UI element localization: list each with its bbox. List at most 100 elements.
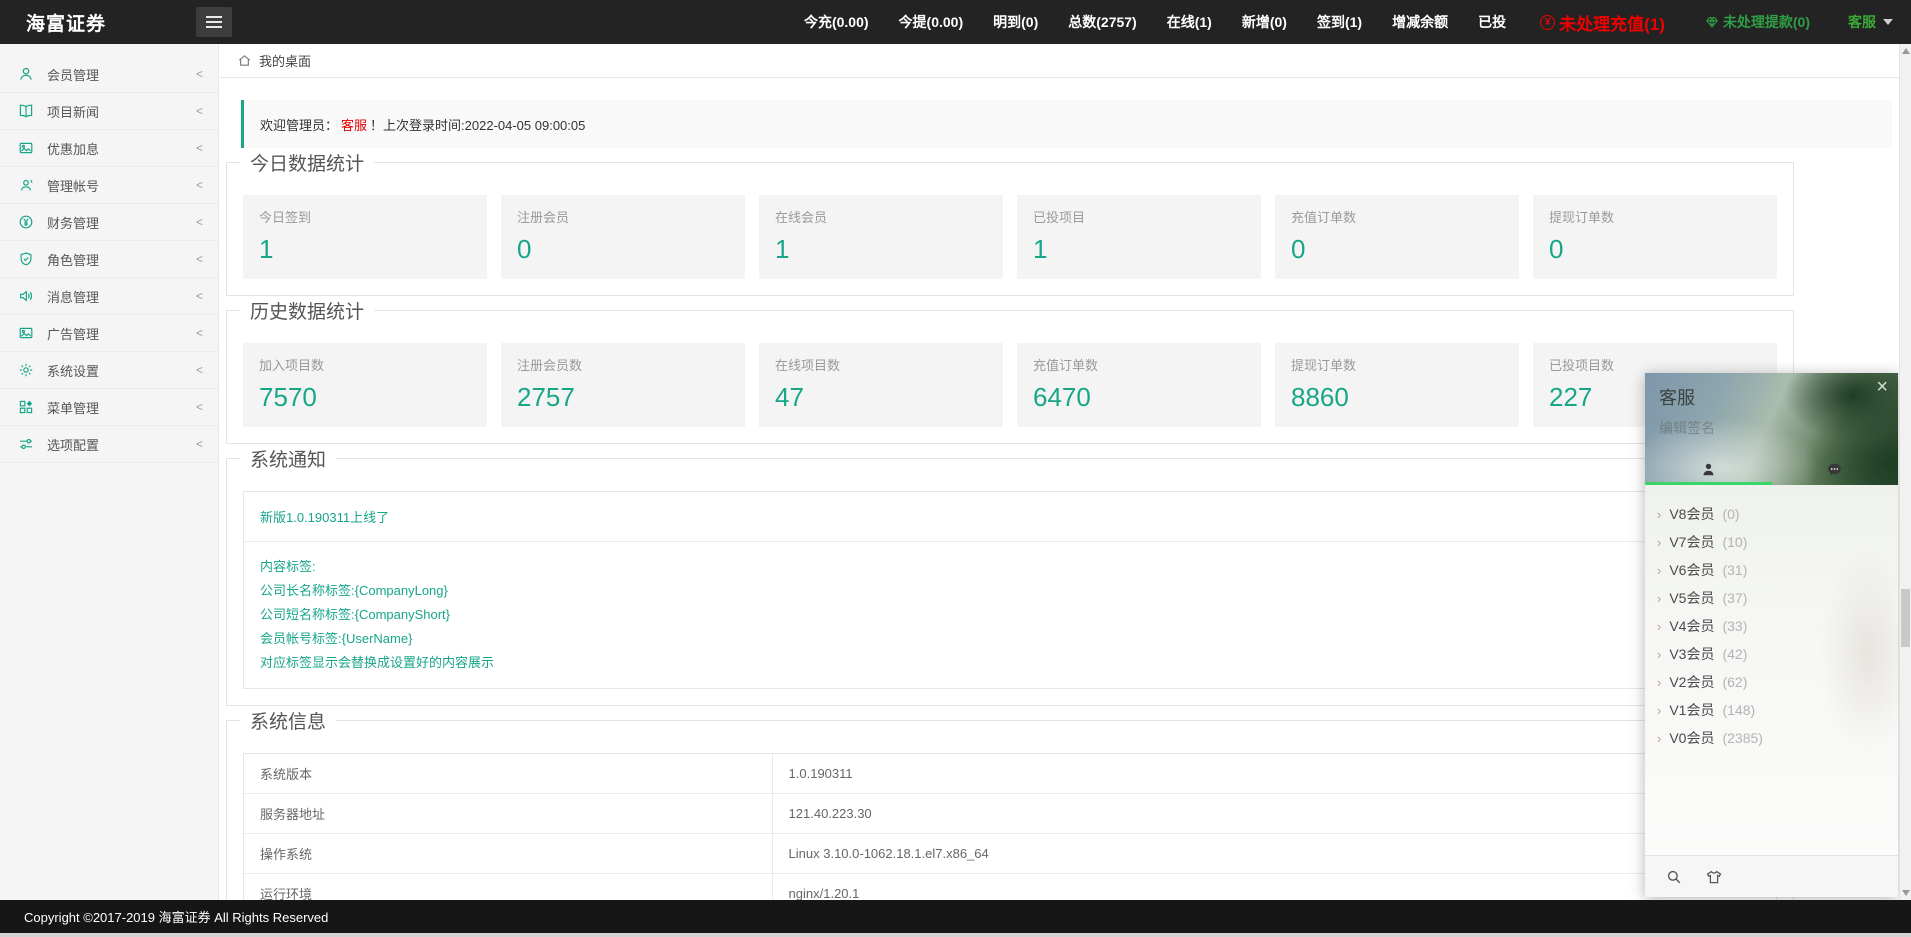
header-stat[interactable]: 已投 <box>1478 12 1506 32</box>
member-group-count: (148) <box>1722 702 1756 718</box>
welcome-banner: 欢迎管理员： 客服 ！上次登录时间:2022-04-05 09:00:05 <box>241 100 1892 148</box>
sidebar-item[interactable]: 菜单管理 < <box>0 389 218 426</box>
chevron-right-icon: › <box>1657 534 1662 550</box>
chevron-collapse-icon: < <box>195 437 203 451</box>
header-stat[interactable]: 明到(0) <box>993 12 1038 32</box>
member-group-row[interactable]: › V4会员 (33) <box>1657 612 1898 640</box>
chevron-down-icon <box>1883 19 1893 25</box>
notice-headline-link[interactable]: 新版1.0.190311上线了 <box>244 492 1776 542</box>
chevron-right-icon: › <box>1657 702 1662 718</box>
scrollbar-thumb[interactable] <box>1901 589 1910 647</box>
sidebar-item-label: 角色管理 <box>47 252 100 268</box>
unprocessed-recharge-button[interactable]: ¥ 未处理充值(1) <box>1540 10 1665 35</box>
member-group-row[interactable]: › V8会员 (0) <box>1657 500 1898 528</box>
vertical-scrollbar[interactable] <box>1899 44 1911 900</box>
system-info-section: 系统信息 系统版本 1.0.190311 服务器地址 121.40.223.30… <box>226 707 1794 901</box>
sidebar-item[interactable]: 消息管理 < <box>0 278 218 315</box>
sidebar-item[interactable]: 优惠加息 < <box>0 130 218 167</box>
member-group-name: V2会员 <box>1669 674 1715 690</box>
member-group-row[interactable]: › V5会员 (37) <box>1657 584 1898 612</box>
sidebar-item-label: 财务管理 <box>47 215 100 231</box>
member-group-row[interactable]: › V6会员 (31) <box>1657 556 1898 584</box>
menu-toggle-button[interactable] <box>196 7 232 37</box>
chevron-collapse-icon: < <box>195 326 203 340</box>
member-group-list: › V8会员 (0) › V7会员 (10) › V6会员 (31) › V5会… <box>1645 485 1898 855</box>
stat-card-value: 0 <box>517 234 532 264</box>
customer-service-menu[interactable]: 客服 <box>1848 12 1893 32</box>
member-group-row[interactable]: › V2会员 (62) <box>1657 668 1898 696</box>
sidebar-item[interactable]: 选项配置 < <box>0 426 218 463</box>
stat-card-label: 注册会员 <box>517 210 570 225</box>
member-group-row[interactable]: › V7会员 (10) <box>1657 528 1898 556</box>
header-stat[interactable]: 总数(2757) <box>1068 12 1136 32</box>
stat-card: 充值订单数 6470 <box>1017 343 1261 427</box>
member-group-count: (62) <box>1722 674 1748 690</box>
member-group-row[interactable]: › V3会员 (42) <box>1657 640 1898 668</box>
chevron-right-icon: › <box>1657 562 1662 578</box>
notice-lines: 内容标签: 公司长名称标签:{CompanyLong} 公司短名称标签:{Compa… <box>244 542 1776 688</box>
today-stats-section: 今日数据统计 今日签到 1 注册会员 0 在线会员 1 已投项目 1 充值订单数… <box>226 149 1794 296</box>
info-label: 服务器地址 <box>244 794 773 833</box>
header-stat[interactable]: 今充(0.00) <box>804 12 869 32</box>
header-stat[interactable]: 新增(0) <box>1242 12 1287 32</box>
home-icon[interactable] <box>237 53 252 68</box>
table-row: 系统版本 1.0.190311 <box>244 754 1776 794</box>
sidebar-item[interactable]: 项目新闻 < <box>0 93 218 130</box>
stat-card-value: 7570 <box>259 382 317 412</box>
chat-widget-title: 客服 <box>1659 388 1695 408</box>
unprocessed-withdraw-button[interactable]: 未处理提款(0) <box>1705 12 1810 32</box>
history-stats-cards: 加入项目数 7570 注册会员数 2757 在线项目数 47 充值订单数 647… <box>243 343 1777 427</box>
stat-card-label: 加入项目数 <box>259 358 325 373</box>
sidebar-item[interactable]: 财务管理 < <box>0 204 218 241</box>
chat-widget-tabs <box>1645 461 1898 478</box>
info-value: nginx/1.20.1 <box>788 886 860 901</box>
sidebar-item-label: 管理帐号 <box>47 178 100 194</box>
admin-dashboard: 海富证券 今充(0.00) 今提(0.00) 明到(0) 总数(2757) 在线(1) 新… <box>0 0 1911 937</box>
chat-bubble-icon <box>1828 463 1842 476</box>
close-icon[interactable]: × <box>1876 377 1888 397</box>
header-stat[interactable]: 增减余额 <box>1392 12 1448 32</box>
member-group-name: V3会员 <box>1669 646 1715 662</box>
notice-box: 新版1.0.190311上线了 内容标签: 公司长名称标签:{CompanyLon… <box>243 491 1777 689</box>
sidebar-item[interactable]: 管理帐号 < <box>0 167 218 204</box>
section-title: 历史数据统计 <box>240 297 375 324</box>
header-stat[interactable]: 签到(1) <box>1317 12 1362 32</box>
header-stat[interactable]: 在线(1) <box>1167 12 1212 32</box>
sidebar-item-label: 消息管理 <box>47 289 100 305</box>
chevron-right-icon: › <box>1657 506 1662 522</box>
customer-service-widget: 客服 编辑签名 × › V8会员 (0) › V7会员 (10) › V6会员 … <box>1645 373 1898 897</box>
scroll-down-arrow-icon[interactable] <box>1902 890 1910 896</box>
member-group-count: (33) <box>1722 618 1748 634</box>
system-notice-section: 系统通知 新版1.0.190311上线了 内容标签: 公司长名称标签:{Compa… <box>226 445 1794 706</box>
sidebar-item[interactable]: 会员管理 < <box>0 56 218 93</box>
breadcrumb-label[interactable]: 我的桌面 <box>259 51 311 70</box>
chevron-right-icon: › <box>1657 730 1662 746</box>
gear-icon <box>18 362 34 378</box>
customer-service-label: 客服 <box>1848 14 1876 30</box>
stat-card-value: 1 <box>259 234 274 264</box>
edit-signature-link[interactable]: 编辑签名 <box>1659 418 1715 438</box>
header-stat[interactable]: 今提(0.00) <box>899 12 964 32</box>
shirt-icon[interactable] <box>1705 868 1723 886</box>
member-group-row[interactable]: › V0会员 (2385) <box>1657 724 1898 752</box>
chat-widget-header: 客服 编辑签名 × <box>1645 373 1898 485</box>
sidebar-item[interactable]: 角色管理 < <box>0 241 218 278</box>
chat-widget-footer <box>1645 855 1898 897</box>
sidebar-item[interactable]: 广告管理 < <box>0 315 218 352</box>
stat-card-label: 今日签到 <box>259 210 312 225</box>
breadcrumb: 我的桌面 <box>220 44 1899 78</box>
active-tab-underline <box>1645 482 1772 485</box>
scroll-up-arrow-icon[interactable] <box>1902 48 1910 54</box>
member-group-count: (31) <box>1722 562 1748 578</box>
table-row: 服务器地址 121.40.223.30 <box>244 794 1776 834</box>
stat-card-value: 1 <box>775 234 790 264</box>
account-icon <box>18 177 34 193</box>
member-group-row[interactable]: › V1会员 (148) <box>1657 696 1898 724</box>
search-icon[interactable] <box>1665 868 1683 886</box>
tab-messages[interactable] <box>1772 461 1899 478</box>
member-group-count: (42) <box>1722 646 1748 662</box>
notice-line: 公司长名称标签:{CompanyLong} <box>260 583 448 598</box>
tab-contacts[interactable] <box>1645 461 1772 478</box>
sidebar-item[interactable]: 系统设置 < <box>0 352 218 389</box>
info-value: Linux 3.10.0-1062.18.1.el7.x86_64 <box>788 846 989 861</box>
